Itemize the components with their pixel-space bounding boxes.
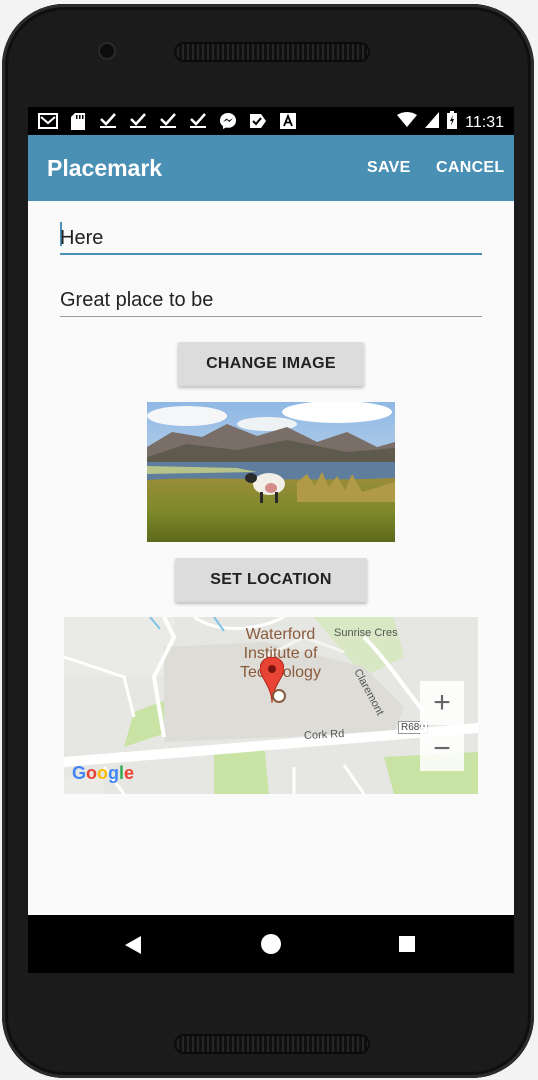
change-image-button[interactable]: CHANGE IMAGE: [178, 342, 364, 386]
zoom-out-button[interactable]: −: [420, 727, 464, 771]
map-place-line: Waterford: [245, 626, 316, 643]
navigation-bar: [28, 915, 514, 973]
bottom-speaker: [174, 1034, 370, 1054]
check-icon: [98, 112, 118, 130]
recents-icon[interactable]: [399, 936, 415, 952]
app-bar: Placemark SAVE CANCEL: [28, 135, 514, 201]
placemark-image: [147, 402, 395, 542]
wifi-icon: [397, 112, 418, 133]
title-input-underline: [60, 253, 482, 255]
map-street-label: Sunrise Cres: [334, 627, 398, 639]
front-camera: [100, 44, 114, 58]
gmail-icon: [38, 112, 58, 130]
zoom-in-button[interactable]: +: [420, 681, 464, 725]
check-flag-icon: [248, 112, 268, 130]
a-icon: [278, 112, 298, 130]
set-location-button[interactable]: SET LOCATION: [175, 558, 367, 602]
status-time: 11:31: [465, 113, 504, 131]
university-marker-icon: [272, 689, 286, 703]
signal-icon: [425, 112, 440, 133]
sd-card-icon: [68, 112, 88, 130]
app-title: Placemark: [47, 155, 163, 181]
check-icon: [158, 112, 178, 130]
messenger-icon: [218, 112, 238, 130]
cancel-button[interactable]: CANCEL: [436, 159, 504, 177]
title-input[interactable]: [60, 220, 482, 256]
top-speaker: [174, 42, 370, 62]
back-icon[interactable]: [124, 935, 142, 960]
map-street-label: Cork Rd: [303, 727, 345, 743]
battery-icon: [447, 111, 458, 134]
check-icon: [188, 112, 208, 130]
check-icon: [128, 112, 148, 130]
description-input-underline: [60, 316, 482, 317]
map-view[interactable]: Waterford Institute of Technology Sunris…: [64, 617, 478, 794]
google-logo: Google: [72, 763, 135, 783]
screen: 11:31 Placemark SAVE CANCEL CHANGE IMAGE: [28, 107, 514, 973]
save-button[interactable]: SAVE: [367, 159, 411, 177]
status-bar: 11:31: [28, 107, 514, 135]
description-input[interactable]: [60, 282, 482, 318]
home-icon[interactable]: [261, 934, 281, 954]
